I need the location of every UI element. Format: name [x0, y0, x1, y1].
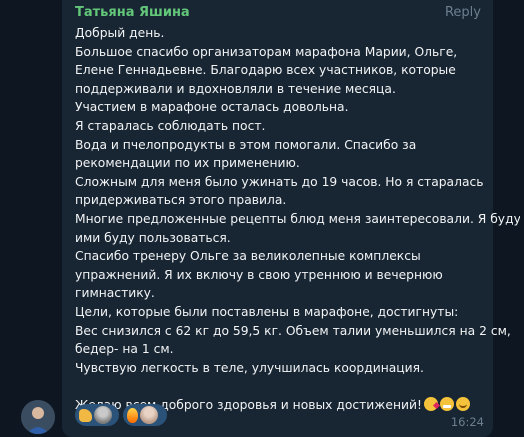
message-line: бедер- на 1 см.	[75, 342, 174, 357]
thumbs-up-icon	[79, 408, 92, 422]
message-text: Добрый день. Большое спасибо организатор…	[75, 24, 521, 414]
message-line: Вес снизился с 62 кг до 59,5 кг. Объем т…	[75, 323, 511, 338]
message-line: придерживаться этого правила.	[75, 193, 287, 208]
message-time: 16:24	[450, 415, 484, 429]
smiling-face-icon	[455, 396, 470, 411]
message-line	[75, 377, 485, 396]
message-line: гимнастику.	[75, 286, 155, 301]
message-line: поддерживали и вдохновляли в течение мес…	[75, 81, 396, 96]
message-line: Спасибо тренеру Ольге за великолепные ко…	[75, 249, 421, 264]
message-line: Большое спасибо организаторам марафона М…	[75, 44, 458, 59]
scrollbar[interactable]	[520, 0, 523, 437]
message-line: Сложным для меня было ужинать до 19 часо…	[75, 174, 484, 189]
reactor-avatar	[140, 406, 158, 424]
message-line: Чувствую легкость в теле, улучшилась коо…	[75, 360, 424, 375]
message-line: Вода и пчелопродукты в этом помогали. Сп…	[75, 137, 417, 152]
reply-button[interactable]: Reply	[445, 5, 481, 20]
message-line: рекомендации по их применению.	[75, 156, 300, 171]
message-line: Я старалась соблюдать пост.	[75, 118, 266, 133]
message-line: Участием в марафоне осталась довольна.	[75, 100, 349, 115]
sender-name[interactable]: Татьяна Яшина	[75, 5, 190, 20]
message-line: Цели, которые были поставлены в марафоне…	[75, 304, 459, 319]
message-line: Многие предложенные рецепты блюд меня за…	[75, 211, 521, 226]
message-line: ими буду пользоваться.	[75, 230, 231, 245]
face-blowing-kiss-icon	[423, 396, 438, 411]
message-line: Елене Геннадьевне. Благодарю всех участн…	[75, 63, 456, 78]
sender-avatar[interactable]	[21, 400, 55, 434]
message-bubble: Татьяна Яшина Reply Добрый день. Большое…	[62, 0, 521, 437]
reaction-thumbs-up[interactable]	[75, 404, 119, 426]
fire-icon	[127, 407, 138, 423]
grinning-face-icon	[439, 396, 454, 411]
reactor-avatar	[94, 406, 112, 424]
reactions	[75, 404, 167, 426]
message-line: Добрый день.	[75, 26, 165, 40]
message-line: упражнений. Я их включу в свою утреннюю …	[75, 267, 443, 282]
reaction-fire[interactable]	[123, 404, 167, 426]
avatar-photo	[21, 400, 55, 434]
